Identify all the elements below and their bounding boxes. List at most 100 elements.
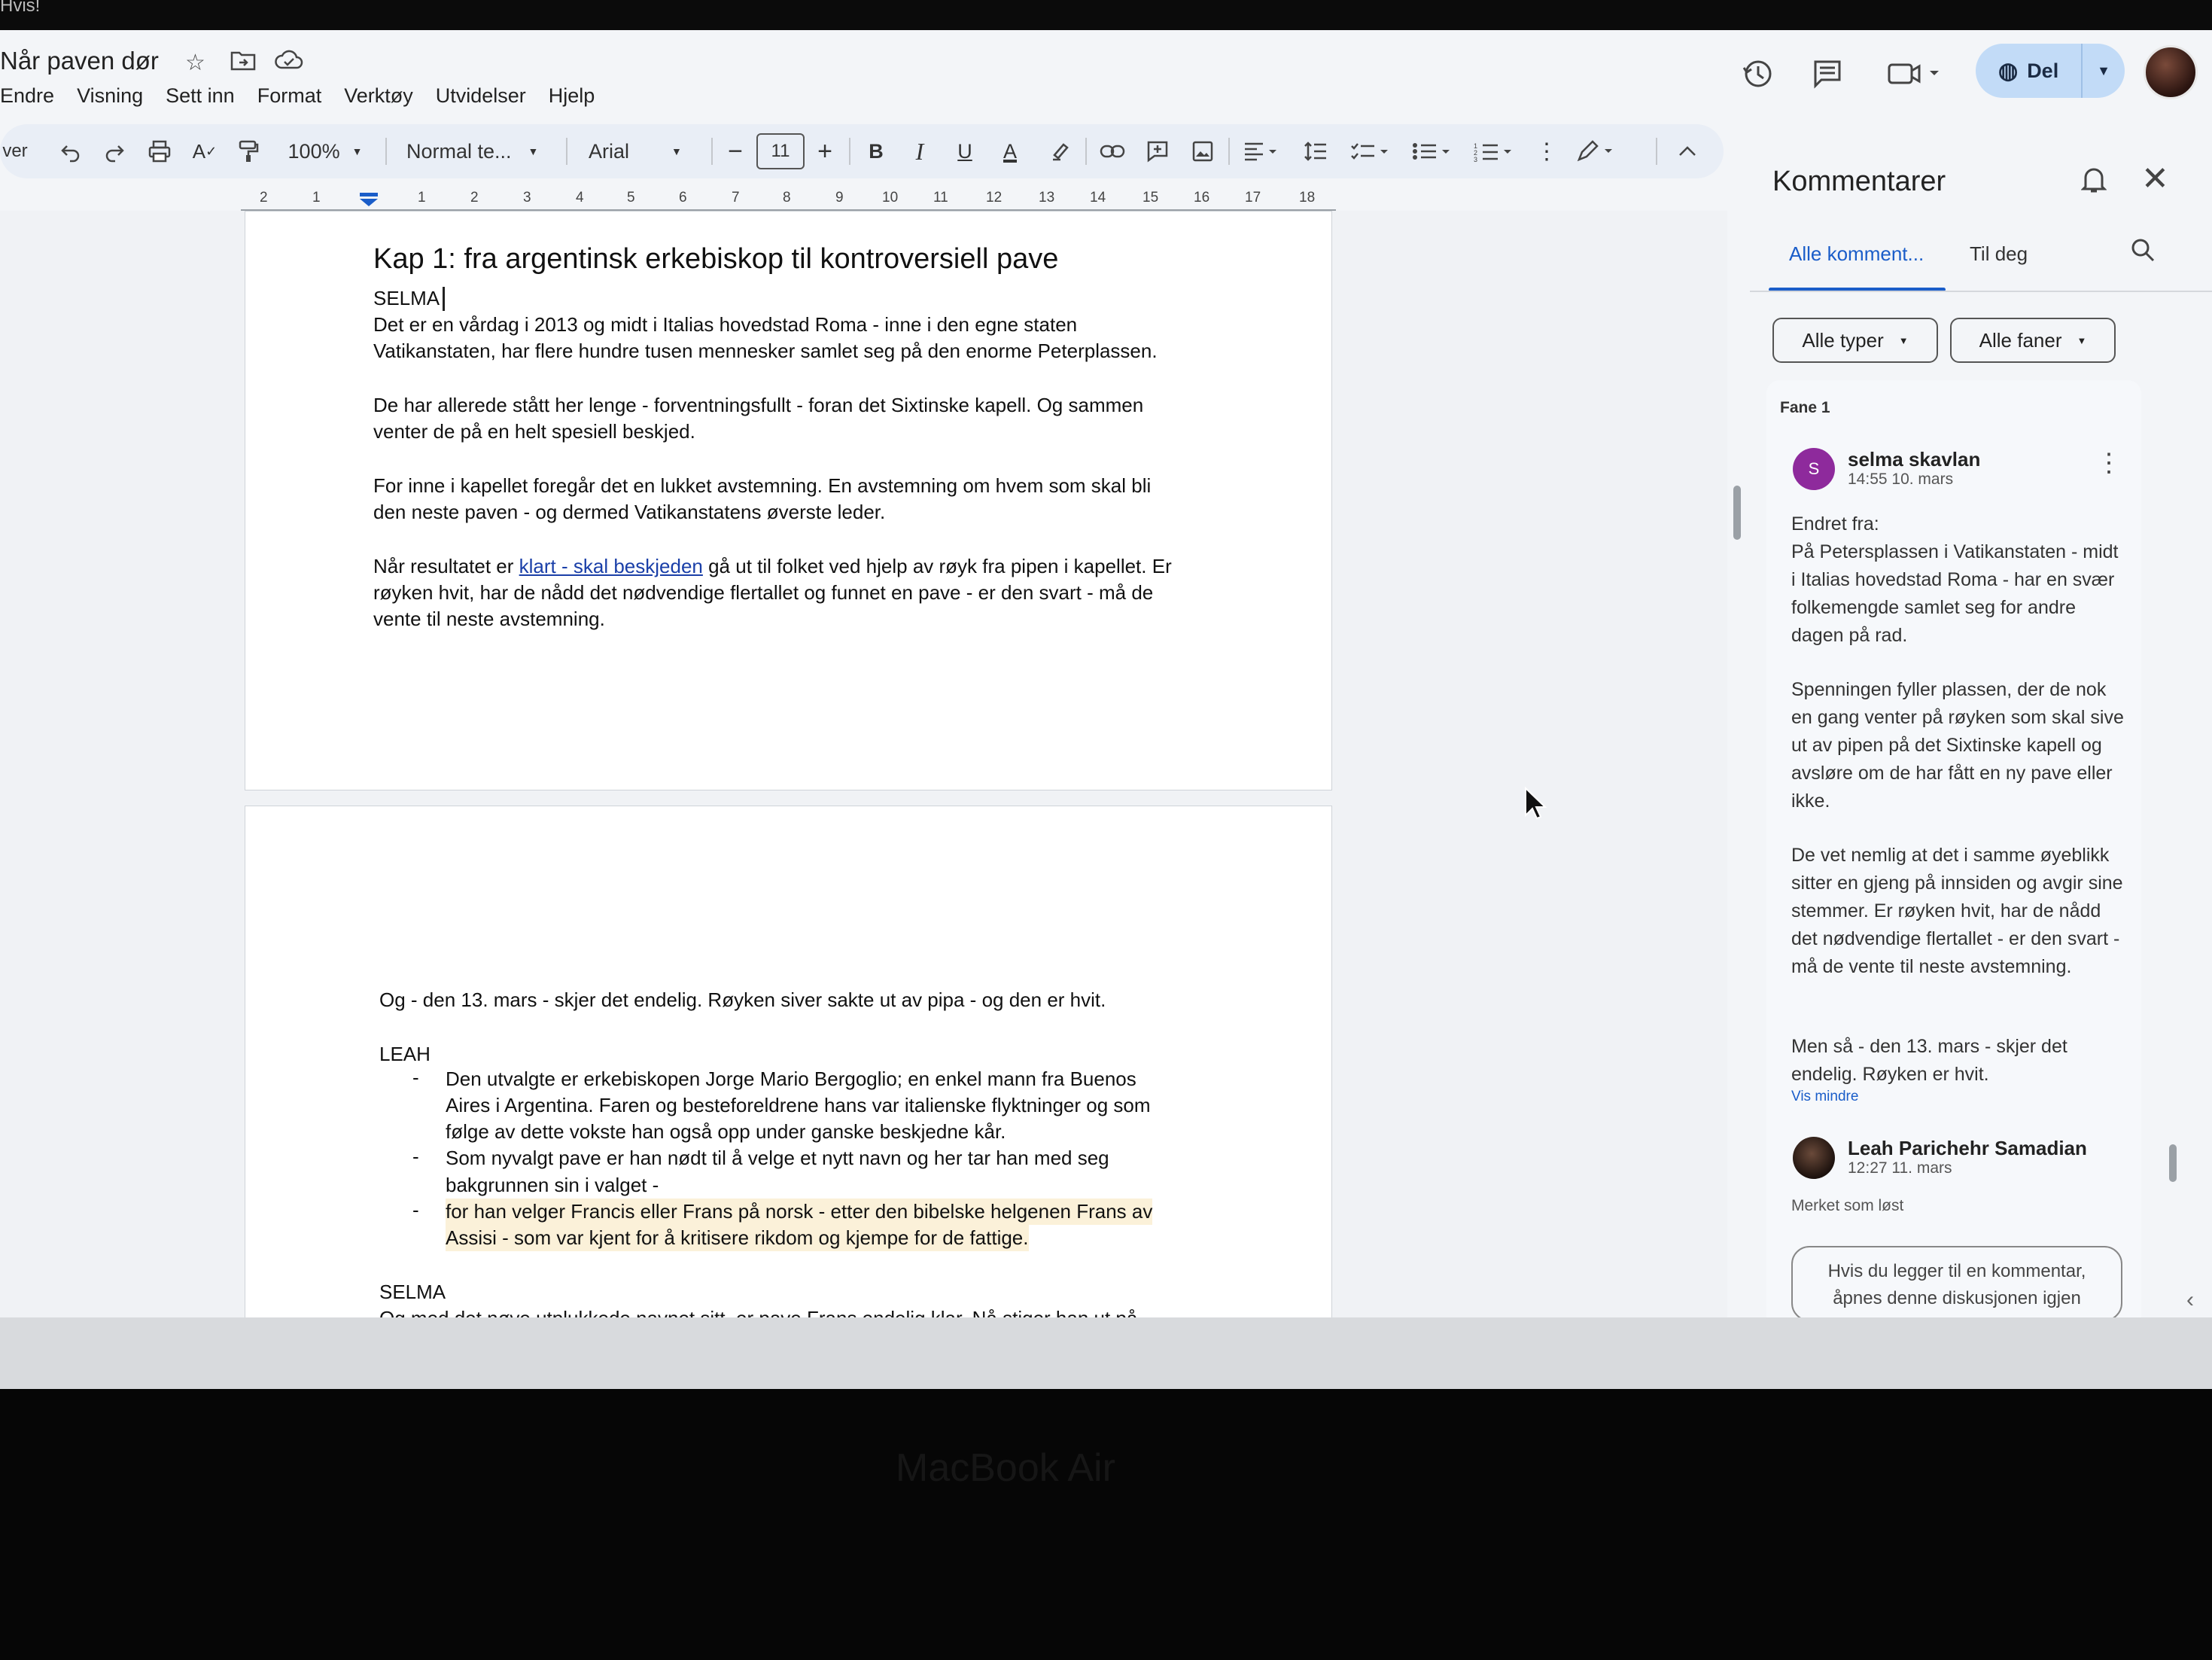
tab-for-you[interactable]: Til deg [1970, 242, 2028, 266]
ruler-label: 10 [882, 190, 899, 206]
more-options-icon[interactable]: ⋮ [2096, 448, 2122, 478]
ruler-label: 9 [835, 190, 844, 206]
line-spacing-icon[interactable] [1299, 124, 1332, 178]
cloud-status-icon[interactable] [274, 50, 304, 77]
list-item-line: Aires i Argentina. Faren og besteforeldr… [446, 1094, 1151, 1116]
filter-types-dropdown[interactable]: Alle typer ▼ [1772, 318, 1938, 363]
toolbar-left-fragment: ver [2, 141, 28, 161]
spellcheck-icon[interactable]: A ✓ [188, 124, 221, 178]
bulleted-list-icon[interactable] [1409, 124, 1457, 178]
close-icon[interactable]: ✕ [2141, 160, 2169, 198]
more-options-icon[interactable]: ⋮ [1535, 124, 1558, 178]
ruler-label: 13 [1039, 190, 1055, 206]
add-comment-icon[interactable] [1141, 124, 1174, 178]
chevron-down-icon: ▼ [351, 145, 363, 157]
tab-all-comments[interactable]: Alle komment... [1789, 242, 1924, 266]
star-icon[interactable]: ☆ [185, 50, 205, 76]
filter-types-label: Alle typer [1802, 328, 1884, 352]
ruler: 2 1 1 2 3 4 5 6 7 8 9 10 11 12 13 14 15 … [0, 188, 1340, 212]
meet-icon[interactable] [1882, 53, 1949, 95]
chevron-down-icon: ▼ [2077, 334, 2087, 346]
share-dropdown-icon[interactable]: ▼ [2081, 44, 2125, 98]
chevron-left-icon[interactable]: ‹ [2186, 1287, 2194, 1313]
comment-author: selma skavlan [1848, 448, 1981, 471]
search-icon[interactable] [2130, 237, 2156, 270]
chapter-heading: Kap 1: fra argentinsk erkebiskop til kon… [373, 243, 1059, 275]
show-less-link[interactable]: Vis mindre [1791, 1089, 1858, 1105]
ruler-label: 12 [986, 190, 1003, 206]
increase-font-size-icon[interactable]: + [808, 124, 841, 178]
paragraph-line: Og - den 13. mars - skjer det endelig. R… [379, 988, 1106, 1011]
menu-utvidelser[interactable]: Utvidelser [436, 84, 526, 108]
zoom-value: 100% [288, 139, 340, 163]
comment-body-paragraph: Spenningen fyller plassen, der de nok en… [1791, 679, 2124, 812]
undo-icon[interactable] [54, 124, 87, 178]
share-button[interactable]: ◍ Del ▼ [1976, 44, 2125, 98]
highlight-pen-icon[interactable] [1043, 124, 1076, 178]
font-select[interactable]: Arial ▼ [580, 124, 700, 178]
account-avatar[interactable] [2144, 45, 2198, 99]
notification-bell-icon[interactable] [2080, 166, 2107, 201]
align-icon[interactable] [1239, 124, 1284, 178]
insert-image-icon[interactable] [1186, 124, 1219, 178]
bold-button[interactable]: B [860, 124, 893, 178]
document-canvas[interactable]: Kap 1: fra argentinsk erkebiskop til kon… [0, 211, 1741, 1317]
menu-sett-inn[interactable]: Sett inn [166, 84, 235, 108]
editing-mode-icon[interactable] [1573, 124, 1621, 178]
comment-author: Leah Parichehr Samadian [1848, 1137, 2087, 1159]
menu-verktoy[interactable]: Verktøy [344, 84, 413, 108]
insert-link-icon[interactable] [1096, 124, 1129, 178]
tab-label: Fane 1 [1780, 399, 1830, 416]
comments-panel: Kommentarer ✕ Alle komment... Til deg Al… [1750, 143, 2212, 1317]
font-size-input[interactable]: 11 [756, 133, 805, 169]
commented-text-link[interactable]: klart - skal beskjeden [519, 555, 703, 577]
document-page-1[interactable]: Kap 1: fra argentinsk erkebiskop til kon… [245, 211, 1332, 790]
ruler-label: 1 [312, 190, 321, 206]
toolbar-divider [1656, 138, 1657, 165]
top-fragment: Hvis! [0, 0, 41, 16]
style-value: Normal te... [406, 139, 512, 163]
text-color-button[interactable]: A [993, 124, 1027, 178]
filter-tabs-dropdown[interactable]: Alle faner ▼ [1950, 318, 2116, 363]
menu-endre[interactable]: Endre [0, 84, 54, 108]
print-icon[interactable] [143, 124, 176, 178]
comment-body-paragraph: Men så - den 13. mars - skjer det endeli… [1791, 1036, 2067, 1085]
hide-menus-icon[interactable] [1671, 124, 1704, 178]
menu-format[interactable]: Format [257, 84, 322, 108]
comments-scrollbar[interactable] [2169, 1144, 2177, 1182]
text-cursor [443, 287, 445, 311]
paragraph-line: For inne i kapellet foregår det en lukke… [373, 474, 1152, 497]
tabs-divider [1750, 291, 2212, 292]
document-title[interactable]: Når paven dør [0, 47, 159, 75]
paint-format-icon[interactable] [232, 124, 265, 178]
comment-body-paragraph: På Petersplassen i Vatikanstaten - midt … [1791, 541, 2119, 646]
list-item-line: Den utvalgte er erkebiskopen Jorge Mario… [446, 1068, 1136, 1090]
text-run: gå ut til folket ved hjelp av røyk fra p… [702, 555, 1172, 577]
menu-hjelp[interactable]: Hjelp [549, 84, 595, 108]
speaker-label: SELMA [379, 1281, 446, 1303]
menu-visning[interactable]: Visning [77, 84, 143, 108]
resolved-status: Merket som løst [1791, 1197, 1904, 1214]
numbered-list-icon[interactable]: 123 [1471, 124, 1519, 178]
document-scrollbar[interactable] [1733, 486, 1741, 540]
list-dash: - [412, 1199, 419, 1221]
redo-icon[interactable] [98, 124, 131, 178]
document-page-2[interactable]: Og - den 13. mars - skjer det endelig. R… [245, 806, 1332, 1317]
italic-button[interactable]: I [903, 124, 936, 178]
chevron-down-icon: ▼ [671, 145, 682, 157]
move-folder-icon[interactable] [230, 50, 256, 77]
version-history-icon[interactable] [1737, 53, 1779, 95]
chevron-down-icon: ▼ [1898, 334, 1909, 346]
indent-marker-icon[interactable] [360, 193, 378, 206]
list-dash: - [412, 1145, 419, 1168]
checklist-icon[interactable] [1347, 124, 1395, 178]
decrease-font-size-icon[interactable]: − [719, 124, 752, 178]
reply-input[interactable]: Hvis du legger til en kommentar, åpnes d… [1791, 1246, 2122, 1317]
style-select[interactable]: Normal te... ▼ [399, 124, 549, 178]
zoom-select[interactable]: 100% ▼ [280, 124, 370, 178]
comments-icon[interactable] [1806, 53, 1848, 95]
list-item-line: Som nyvalgt pave er han nødt til å velge… [446, 1147, 1109, 1169]
comment-body-intro: Endret fra: [1791, 513, 1879, 535]
underline-button[interactable]: U [948, 124, 981, 178]
comment-body-paragraph: De vet nemlig at det i samme øyeblikk si… [1791, 845, 2123, 977]
